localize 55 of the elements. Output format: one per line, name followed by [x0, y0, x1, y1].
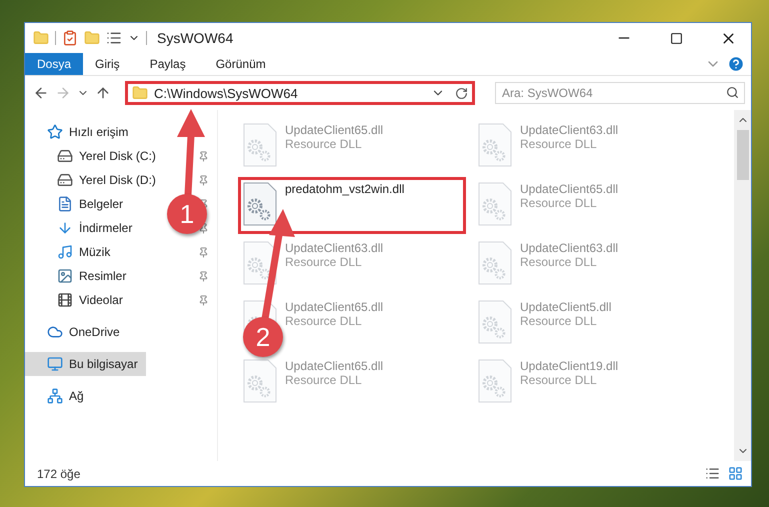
film-icon: [57, 292, 73, 308]
sidebar-item[interactable]: Bu bilgisayar: [25, 352, 146, 376]
download-icon: [57, 220, 73, 236]
sidebar-item[interactable]: Resimler: [25, 264, 134, 288]
folder-icon: [132, 85, 148, 101]
drive-icon: [57, 148, 73, 164]
maximize-icon[interactable]: [670, 32, 682, 44]
gear-file-icon: [478, 359, 512, 403]
network-icon: [47, 388, 63, 404]
sidebar-item[interactable]: Videolar: [25, 288, 131, 312]
monitor-icon: [47, 356, 63, 372]
gear-file-icon: [478, 123, 512, 167]
sidebar-item[interactable]: Yerel Disk (D:): [25, 168, 164, 192]
file-item[interactable]: predatohm_vst2win.dll: [285, 182, 404, 196]
callout-number: 2: [243, 317, 283, 357]
gear-file-icon: [243, 241, 277, 285]
address-field[interactable]: C:\Windows\SysWOW64: [125, 81, 475, 105]
ribbon-tab[interactable]: Görünüm: [204, 53, 278, 75]
gear-file-icon: [478, 300, 512, 344]
ribbon-tab[interactable]: Giriş: [83, 53, 132, 75]
star-icon: [47, 124, 63, 140]
sidebar-item[interactable]: Hızlı erişim: [25, 120, 136, 144]
music-icon: [57, 244, 73, 260]
drive-icon: [57, 172, 73, 188]
sidebar-item[interactable]: Yerel Disk (C:): [25, 144, 164, 168]
item-count: 172 öğe: [37, 466, 82, 480]
search-field[interactable]: Ara: SysWOW64: [495, 82, 745, 104]
properties-icon[interactable]: [62, 30, 78, 46]
scrollbar-thumb[interactable]: [736, 130, 748, 180]
gear-file-icon: [243, 123, 277, 167]
sidebar-item[interactable]: İndirmeler: [25, 216, 140, 240]
window-title: SysWOW64: [157, 30, 234, 46]
list-icon[interactable]: [106, 30, 122, 46]
picture-icon: [57, 268, 73, 284]
search-icon[interactable]: [726, 86, 739, 99]
sidebar-item[interactable]: Belgeler: [25, 192, 132, 216]
up-icon[interactable]: [95, 85, 111, 101]
gear-file-icon: [243, 182, 277, 226]
gear-file-icon: [478, 241, 512, 285]
sidebar-item[interactable]: Müzik: [25, 240, 118, 264]
document-icon: [57, 196, 73, 212]
cloud-icon: [47, 324, 63, 340]
ribbon-tab[interactable]: Paylaş: [138, 53, 198, 75]
callout-number: 1: [167, 194, 207, 234]
scrollbar[interactable]: [734, 110, 751, 461]
back-icon[interactable]: [33, 85, 49, 101]
refresh-icon[interactable]: [455, 86, 468, 100]
gear-file-icon: [243, 359, 277, 403]
sidebar-item[interactable]: Ağ: [25, 384, 92, 408]
sidebar-item[interactable]: OneDrive: [25, 320, 128, 344]
ribbon-tab[interactable]: Dosya: [25, 53, 84, 75]
help-icon[interactable]: [727, 55, 745, 73]
gear-file-icon: [478, 182, 512, 226]
details-view-icon[interactable]: [705, 466, 720, 481]
thumbnails-view-icon[interactable]: [728, 466, 743, 481]
